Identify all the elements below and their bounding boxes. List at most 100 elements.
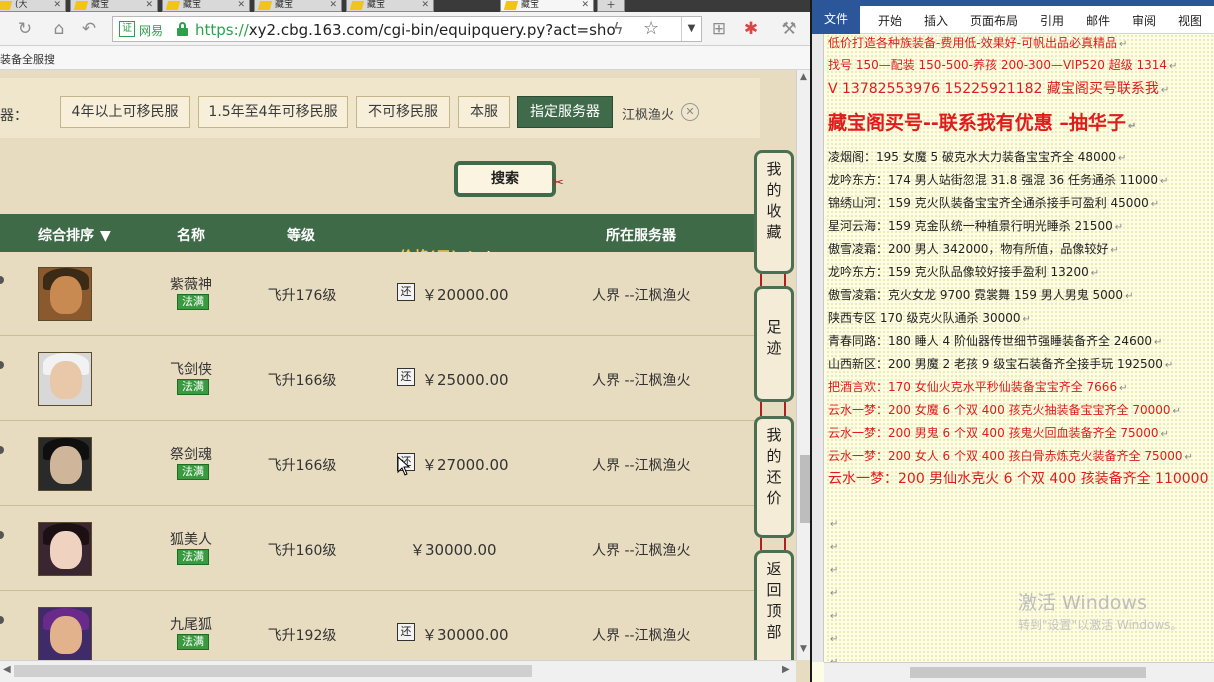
star-icon[interactable]: ☆ xyxy=(643,18,659,39)
page-icon xyxy=(73,1,89,10)
role-name[interactable]: 九尾狐 xyxy=(150,614,232,634)
close-icon[interactable]: ✕ xyxy=(581,0,589,10)
tab-label: 藏宝 xyxy=(275,0,294,10)
role-name[interactable]: 狐美人 xyxy=(150,529,232,549)
tab-home[interactable]: 开始 xyxy=(878,12,902,29)
paragraph-mark: ↵ xyxy=(1169,61,1178,72)
search-button[interactable]: 搜索 ✂ xyxy=(454,161,564,197)
doc-line-text: 凌烟阁：195 女魔 5 破克水大力装备宝宝齐全 48000 xyxy=(828,150,1116,164)
doc-line: 傲雪凌霜：200 男人 342000，物有所值，品像较好 ↵ xyxy=(828,240,1119,257)
table-row[interactable]: 紫薇神 法满 飞升176级 还 ￥20000.00 人界 --江枫渔火 xyxy=(0,252,760,336)
close-icon[interactable]: ✕ xyxy=(145,0,153,10)
bookmark-item[interactable]: 装备全服搜 xyxy=(0,51,55,67)
activation-watermark: 激活 Windows xyxy=(1018,592,1147,614)
role-level: 飞升166级 xyxy=(267,373,337,389)
doc-line: 星河云海：159 克金队统一种植景行明光睡杀 21500 ↵ xyxy=(828,217,1123,234)
lightning-icon[interactable]: ϟ xyxy=(613,19,624,38)
tab-insert[interactable]: 插入 xyxy=(924,12,948,29)
scroll-right-icon[interactable]: ▶ xyxy=(782,664,790,675)
horizontal-scrollbar[interactable]: ◀ ▶ xyxy=(0,660,796,682)
scroll-left-icon[interactable]: ◀ xyxy=(3,664,11,675)
avatar[interactable] xyxy=(38,267,92,321)
browser-tab[interactable]: 藏宝 ✕ xyxy=(254,0,342,12)
document-body[interactable]: 低价打造各种族装备-费用低-效果好-可帆出品必真精品 ↵ 找号 150—配装 15… xyxy=(826,34,1214,662)
doc-line-text: 傲雪凌霜：克火女龙 9700 霓裳舞 159 男人男鬼 5000 xyxy=(828,288,1124,302)
role-server: 人界 --江枫渔火 xyxy=(592,628,691,644)
my-offers-button[interactable]: 我的还价 xyxy=(754,416,794,538)
scroll-up-icon[interactable]: ▲ xyxy=(800,72,807,82)
home-icon[interactable]: ⌂ xyxy=(48,18,70,40)
browser-tab-active[interactable]: 藏宝 ✕ xyxy=(500,0,594,12)
grid-icon[interactable]: ⊞ xyxy=(708,18,730,40)
role-name[interactable]: 祭剑魂 xyxy=(150,444,232,464)
role-name[interactable]: 紫薇神 xyxy=(150,274,232,294)
empty-paragraph: ↵ xyxy=(828,631,838,645)
table-row[interactable]: 祭剑魂 法满 飞升166级 还 ￥27000.00 人界 --江枫渔火 xyxy=(0,422,760,506)
empty-paragraph: ↵ xyxy=(828,539,838,553)
page-icon xyxy=(503,1,519,10)
close-icon[interactable]: ✕ xyxy=(237,0,245,10)
close-icon[interactable]: ✕ xyxy=(329,0,337,10)
doc-line: 锦绣山河：159 克火队装备宝宝齐全通杀接手可盈利 45000 ↵ xyxy=(828,194,1159,211)
doc-line: 山西新区：200 男魔 2 老孩 9 级宝石装备齐全接手玩 192500 ↵ xyxy=(828,355,1173,372)
sort-header[interactable]: 综合排序 ▼ xyxy=(38,225,111,245)
tab-review[interactable]: 审阅 xyxy=(1132,12,1156,29)
address-bar[interactable]: 证 网易 https://xy2.cbg.163.com/cgi-bin/equ… xyxy=(112,16,702,42)
word-horizontal-scrollbar[interactable] xyxy=(824,662,1214,682)
search-area: 搜索 ✂ xyxy=(0,144,760,210)
paragraph-mark: ↵ xyxy=(1164,360,1174,371)
my-favorites-button[interactable]: 我的收藏 xyxy=(754,150,794,274)
url-protocol: https:// xyxy=(195,21,249,39)
table-row[interactable]: 狐美人 法满 飞升160级 ￥30000.00 人界 --江枫渔火 xyxy=(0,507,760,591)
clear-icon[interactable]: ✕ xyxy=(681,103,699,121)
tab-file[interactable]: 文件 xyxy=(812,6,860,34)
filter-button-1-5-to-4-years[interactable]: 1.5年至4年可移民服 xyxy=(198,96,348,128)
avatar[interactable] xyxy=(38,437,92,491)
paragraph-mark: ↵ xyxy=(830,565,839,576)
footprints-button[interactable]: 足迹 xyxy=(754,286,794,402)
doc-line: 藏宝阁买号--联系我有优惠 –抽华子 ↵ xyxy=(828,108,1136,135)
avatar[interactable] xyxy=(38,352,92,406)
browser-tab[interactable]: 藏宝 ✕ xyxy=(70,0,158,12)
tab-mailings[interactable]: 邮件 xyxy=(1086,12,1110,29)
wrench-icon[interactable]: ⚒ xyxy=(778,18,800,40)
close-icon[interactable]: ✕ xyxy=(53,0,61,10)
filter-button-4-years[interactable]: 4年以上可移民服 xyxy=(60,96,190,128)
chevron-down-icon[interactable]: ▼ xyxy=(681,17,701,41)
filter-button-non-migratable[interactable]: 不可移民服 xyxy=(356,96,450,128)
doc-line-text: 低价打造各种族装备-费用低-效果好-可帆出品必真精品 xyxy=(828,36,1117,50)
scrollbar-thumb[interactable] xyxy=(14,665,532,677)
role-server: 人界 --江枫渔火 xyxy=(592,373,691,389)
scroll-down-icon[interactable]: ▼ xyxy=(800,644,807,654)
browser-tab[interactable]: (大 ✕ xyxy=(0,0,66,12)
haggle-icon[interactable]: 还 xyxy=(397,283,415,301)
filter-button-this-server[interactable]: 本服 xyxy=(458,96,510,128)
avatar[interactable] xyxy=(38,522,92,576)
tab-page-layout[interactable]: 页面布局 xyxy=(970,12,1018,29)
game-icon[interactable]: ✱ xyxy=(740,18,762,40)
back-history-icon[interactable]: ↶ xyxy=(78,18,100,40)
scrollbar-thumb[interactable] xyxy=(800,455,810,523)
haggle-icon[interactable]: 还 xyxy=(397,368,415,386)
role-name[interactable]: 飞剑侠 xyxy=(150,359,232,379)
doc-line-text: 云水一梦：200 女人 6 个双 400 孩白骨赤炼克火装备齐全 75000 xyxy=(828,449,1183,463)
reload-icon[interactable]: ↻ xyxy=(14,18,36,40)
scrollbar-thumb[interactable] xyxy=(910,667,1146,678)
certificate-icon[interactable]: 证 xyxy=(119,21,135,37)
table-row[interactable]: 九尾狐 法满 飞升192级 还 ￥30000.00 人界 --江枫渔火 5天 xyxy=(0,592,786,660)
doc-line-text: 傲雪凌霜：200 男人 342000，物有所值，品像较好 xyxy=(828,242,1109,256)
doc-line-text: 云水一梦：200 男鬼 6 个双 400 孩鬼火回血装备齐全 75000 xyxy=(828,426,1159,440)
new-tab-button[interactable]: + xyxy=(597,0,625,12)
browser-tab[interactable]: 藏宝 ✕ xyxy=(162,0,250,12)
filter-button-specific-server[interactable]: 指定服务器 xyxy=(517,96,613,128)
haggle-icon[interactable]: 还 xyxy=(397,623,415,641)
tab-view[interactable]: 视图 xyxy=(1178,12,1202,29)
doc-line-text: 锦绣山河：159 克火队装备宝宝齐全通杀接手可盈利 45000 xyxy=(828,196,1149,210)
avatar[interactable] xyxy=(38,607,92,660)
url-text[interactable]: https://xy2.cbg.163.com/cgi-bin/equipque… xyxy=(195,21,615,39)
tab-references[interactable]: 引用 xyxy=(1040,12,1064,29)
close-icon[interactable]: ✕ xyxy=(421,0,429,10)
back-to-top-button[interactable]: 返回顶部 xyxy=(754,550,794,660)
table-row[interactable]: 飞剑侠 法满 飞升166级 还 ￥25000.00 人界 --江枫渔火 xyxy=(0,337,760,421)
browser-tab[interactable]: 藏宝 ✕ xyxy=(346,0,434,12)
